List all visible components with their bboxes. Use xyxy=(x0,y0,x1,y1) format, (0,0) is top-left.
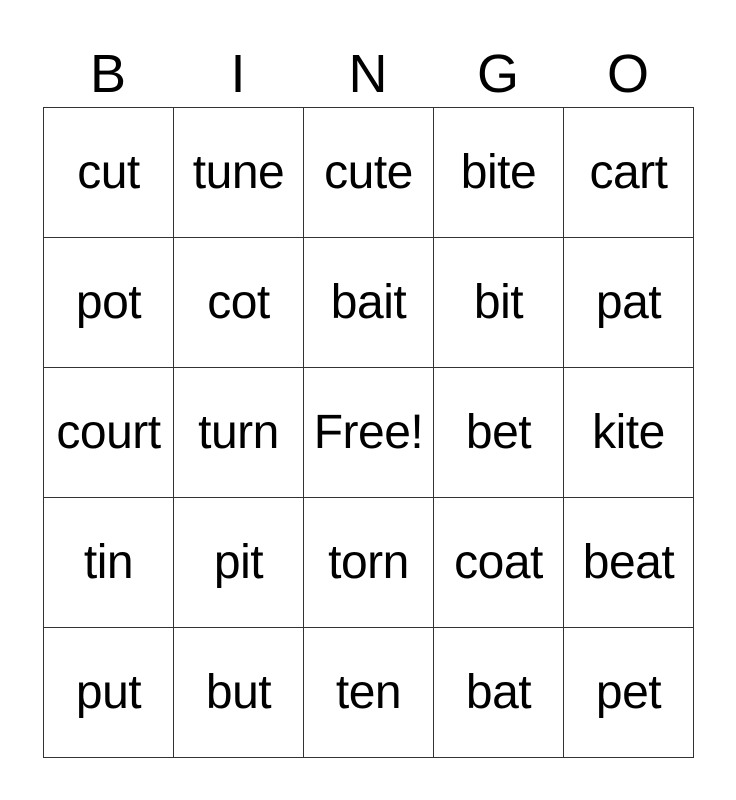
grid-cell: put xyxy=(43,627,174,758)
grid-cell: bat xyxy=(433,627,564,758)
header-letter-i: I xyxy=(230,44,246,104)
grid-cell: tin xyxy=(43,497,174,628)
grid-cell: bait xyxy=(303,237,434,368)
grid-cell: court xyxy=(43,367,174,498)
grid-row: put but ten bat pet xyxy=(43,627,694,758)
bingo-grid: cut tune cute bite cart pot cot bait bit… xyxy=(43,107,694,758)
header-letter-b: B xyxy=(89,44,127,104)
grid-cell: torn xyxy=(303,497,434,628)
grid-cell: bet xyxy=(433,367,564,498)
grid-cell: cot xyxy=(173,237,304,368)
grid-cell: cut xyxy=(43,107,174,238)
grid-cell: turn xyxy=(173,367,304,498)
grid-cell: kite xyxy=(563,367,694,498)
grid-cell: ten xyxy=(303,627,434,758)
header-letter-n: N xyxy=(348,44,388,104)
header-letter-g: G xyxy=(476,44,519,104)
bingo-header: B I N G O xyxy=(43,42,693,107)
grid-row: pot cot bait bit pat xyxy=(43,237,694,368)
grid-cell: cart xyxy=(563,107,694,238)
grid-cell: tune xyxy=(173,107,304,238)
grid-cell: pit xyxy=(173,497,304,628)
grid-row: court turn Free! bet kite xyxy=(43,367,694,498)
grid-cell: but xyxy=(173,627,304,758)
grid-cell: coat xyxy=(433,497,564,628)
grid-cell: bite xyxy=(433,107,564,238)
grid-cell: cute xyxy=(303,107,434,238)
grid-cell: beat xyxy=(563,497,694,628)
grid-cell: pat xyxy=(563,237,694,368)
grid-cell: pot xyxy=(43,237,174,368)
grid-row: cut tune cute bite cart xyxy=(43,107,694,238)
free-space-cell: Free! xyxy=(303,367,434,498)
header-letter-o: O xyxy=(606,44,649,104)
grid-cell: bit xyxy=(433,237,564,368)
grid-cell: pet xyxy=(563,627,694,758)
grid-row: tin pit torn coat beat xyxy=(43,497,694,628)
